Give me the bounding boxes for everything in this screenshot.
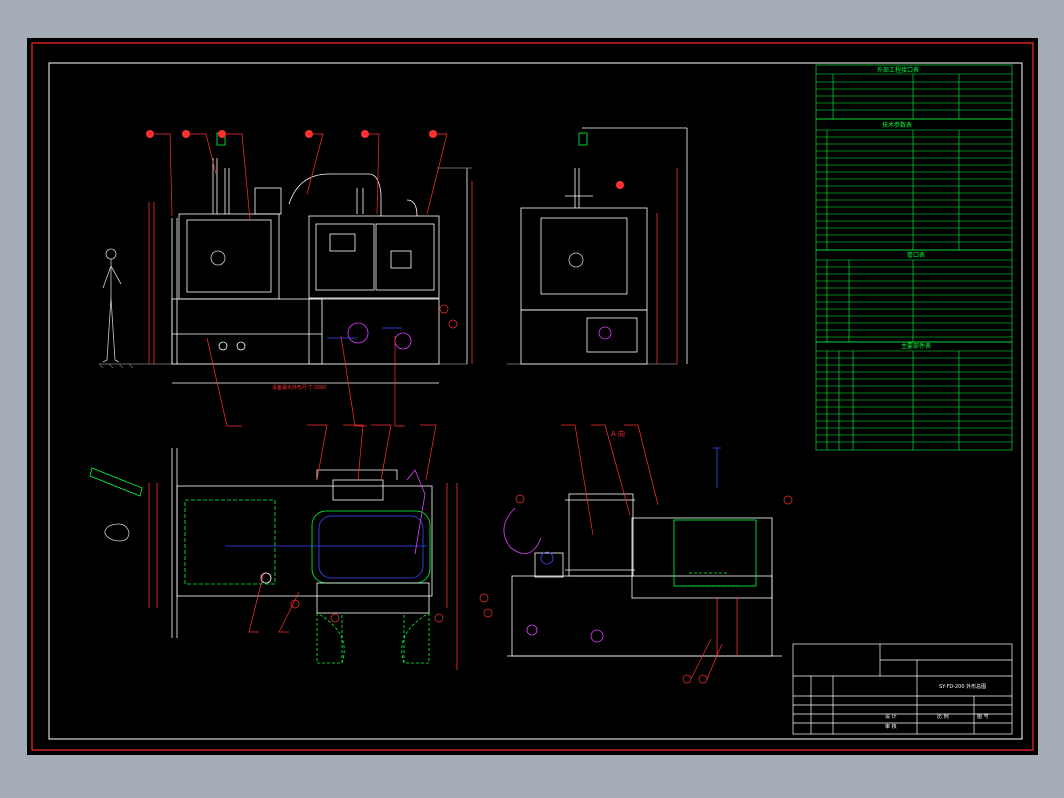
- drawing-sheet: 设备最大外形尺寸 3060 A 向 外部工程接口表 技术参数表 管口表 主要部件…: [27, 38, 1038, 755]
- plan-callouts: [248, 424, 444, 633]
- params-table: [815, 118, 1013, 251]
- plan-view-title: A 向: [611, 429, 625, 438]
- cad-drawing: 设备最大外形尺寸 3060 A 向 外部工程接口表 技术参数表 管口表 主要部件…: [31, 42, 1034, 751]
- params-table-title: 技术参数表: [882, 121, 912, 129]
- front-elevation-view: 设备最大外形尺寸 3060: [98, 132, 473, 391]
- front-callouts: [154, 133, 458, 427]
- human-figure: [102, 248, 122, 363]
- a-direction-view: [503, 447, 782, 657]
- inner-border: [48, 62, 1023, 740]
- utility-table-title: 外部工程接口表: [877, 66, 919, 74]
- title-block-field-reviewer: 审 核: [885, 723, 897, 730]
- parts-table: [815, 341, 1013, 451]
- parts-table-title: 主要部件表: [901, 342, 931, 350]
- title-block-field-drawing-no: 图 号: [977, 714, 989, 720]
- title-block-field-designer: 设 计: [885, 713, 897, 720]
- title-block-field-scale: 比 例: [937, 713, 949, 720]
- drying-chamber: [178, 213, 280, 300]
- plan-tank-outline: [311, 510, 431, 584]
- plan-view: [89, 448, 458, 670]
- pipe-table: [815, 249, 1013, 343]
- a-view-callouts: [479, 424, 793, 684]
- side-elevation-view: [507, 127, 688, 365]
- plan-chamber-outline: [184, 499, 276, 585]
- front-callout-balloons: [146, 130, 437, 138]
- title-block-drawing-name: SY-FD-200 外形总图: [939, 683, 986, 690]
- svg-text:设备最大外形尺寸 3060: 设备最大外形尺寸 3060: [272, 384, 326, 391]
- side-chamber-body: [520, 207, 648, 311]
- pipe-table-title: 管口表: [907, 251, 925, 259]
